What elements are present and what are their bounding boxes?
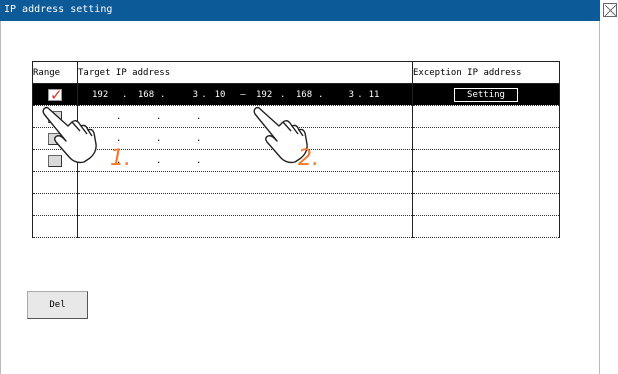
ip-dot: . — [116, 111, 122, 122]
ip-dot: . — [156, 111, 162, 122]
ip-octet: 192 — [92, 89, 109, 100]
ip-octet: 168 — [295, 89, 313, 100]
ip-octet: 168 — [137, 89, 155, 100]
ip-octet: 10 — [214, 89, 226, 100]
ip-dot: . — [116, 133, 122, 144]
ip-octet: 3 — [348, 89, 354, 100]
ip-octet: 192 — [256, 89, 273, 100]
header-exception-ip: Exception IP address — [412, 61, 560, 84]
table-header: Range Target IP address Exception IP add… — [32, 61, 560, 84]
ip-dot: . — [196, 133, 202, 144]
exception-cell — [412, 105, 560, 128]
exception-cell — [412, 149, 560, 172]
ip-dot: . — [196, 111, 202, 122]
table-row[interactable]: ✓ 192 . 168 . 3 . 10 — 192 . 168 . 3 . 1… — [32, 83, 560, 106]
target-ip-empty[interactable]: ... — [79, 107, 412, 127]
window-title: IP address setting — [4, 4, 113, 15]
step-1-label: 1. — [110, 146, 131, 171]
close-icon[interactable] — [603, 3, 617, 17]
checkmark-icon: ✓ — [50, 85, 63, 104]
pointing-hand-icon — [42, 106, 97, 164]
title-bar: IP address setting — [0, 0, 600, 21]
table-row — [32, 215, 560, 238]
ip-dot: . — [196, 155, 202, 166]
header-range: Range — [32, 61, 78, 84]
header-target-ip: Target IP address — [77, 61, 413, 84]
target-ip-range[interactable]: 192 . 168 . 3 . 10 — 192 . 168 . 3 . 11 — [79, 85, 412, 105]
step-2-label: 2. — [298, 146, 319, 171]
range-dash: — — [240, 89, 246, 100]
range-checkbox[interactable]: ✓ — [48, 85, 63, 104]
ip-dot: . — [156, 133, 162, 144]
table-row — [32, 193, 560, 216]
exception-cell — [412, 127, 560, 150]
ip-dot: . — [156, 155, 162, 166]
ip-octet: 11 — [368, 89, 380, 100]
exception-setting-button[interactable]: Setting — [454, 87, 518, 102]
del-button[interactable]: Del — [27, 291, 88, 319]
ip-octet: 3 — [192, 89, 198, 100]
table-row — [32, 171, 560, 194]
